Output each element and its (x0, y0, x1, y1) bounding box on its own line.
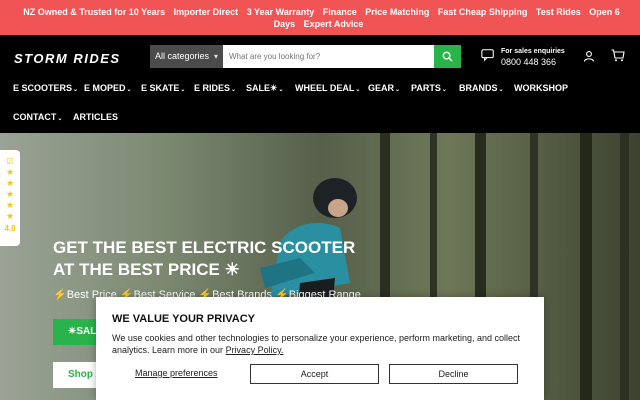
search-input[interactable] (223, 45, 434, 68)
reviews-rating-badge[interactable]: ☑ ★ ★ ★ ★ ★ 4.8 (0, 150, 20, 246)
chat-phone-icon (481, 49, 494, 62)
nav-item-workshop[interactable]: WORKSHOP (514, 83, 568, 93)
hero-headline-line: GET THE BEST ELECTRIC SCOOTER (53, 238, 356, 257)
rating-value: 4.8 (4, 224, 16, 233)
hero-image-tree (580, 133, 592, 400)
sales-enquiries[interactable]: For sales enquiries 0800 448 366 (481, 47, 565, 68)
promo-item[interactable]: Expert Advice (304, 19, 364, 29)
nav-item-articles[interactable]: ARTICLES (73, 112, 118, 122)
nav-item-label: PARTS (411, 83, 441, 93)
review-logo-icon: ☑ (6, 157, 14, 166)
nav-item-parts[interactable]: PARTS⌄ (411, 83, 447, 93)
promo-item[interactable]: Importer Direct (174, 7, 239, 17)
nav-item-e-moped[interactable]: E MOPED⌄ (84, 83, 132, 93)
main-nav: E SCOOTERS⌄ E MOPED⌄ E SKATE⌄ E RIDES⌄ S… (0, 77, 640, 133)
promo-item[interactable]: Test Rides (536, 7, 581, 17)
star-icon: ★ (5, 200, 15, 210)
manage-preferences-link[interactable]: Manage preferences (135, 368, 218, 378)
chevron-down-icon: ⌄ (180, 87, 186, 93)
star-icon: ★ (5, 167, 15, 177)
cookie-text: We use cookies and other technologies to… (112, 332, 528, 356)
nav-item-e-skate[interactable]: E SKATE⌄ (141, 83, 185, 93)
nav-item-label: GEAR (368, 83, 395, 93)
search-category-select[interactable]: All categories ▾ (150, 45, 223, 68)
nav-item-label: WORKSHOP (514, 83, 568, 93)
chevron-down-icon: ▾ (213, 52, 218, 61)
chevron-down-icon: ⌄ (395, 87, 401, 93)
chevron-down-icon: ⌄ (278, 87, 284, 93)
hero-image-tree (620, 133, 629, 400)
chevron-down-icon: ⌄ (441, 87, 447, 93)
nav-item-label: CONTACT (13, 112, 57, 122)
promo-item[interactable]: NZ Owned & Trusted for 10 Years (23, 7, 165, 17)
nav-item-e-scooters[interactable]: E SCOOTERS⌄ (13, 83, 78, 93)
sale-button[interactable]: ✴SALE (53, 319, 99, 345)
promo-item[interactable]: Price Matching (365, 7, 429, 17)
chevron-down-icon: ⌄ (57, 116, 63, 122)
nav-item-wheel-deal[interactable]: WHEEL DEAL⌄ (295, 83, 360, 93)
cookie-body: We use cookies and other technologies to… (112, 333, 521, 355)
promo-item[interactable]: 3 Year Warranty (247, 7, 315, 17)
search-category-label: All categories (155, 51, 210, 61)
hero-headline: GET THE BEST ELECTRIC SCOOTER AT THE BES… (53, 237, 355, 281)
nav-item-brands[interactable]: BRANDS⌄ (459, 83, 504, 93)
nav-item-label: E SKATE (141, 83, 180, 93)
cookie-actions: Manage preferences Accept Decline (112, 364, 528, 384)
promo-item[interactable]: Fast Cheap Shipping (438, 7, 528, 17)
privacy-policy-link[interactable]: Privacy Policy. (226, 345, 284, 355)
search-button[interactable] (434, 45, 461, 68)
site-header: STORM RIDES All categories ▾ For sales e… (0, 35, 640, 77)
cookie-title: WE VALUE YOUR PRIVACY (112, 313, 256, 325)
nav-item-sale[interactable]: SALE✴⌄ (246, 83, 284, 94)
star-icon: ★ (5, 189, 15, 199)
cookie-consent-dialog: WE VALUE YOUR PRIVACY We use cookies and… (96, 297, 544, 400)
hero-headline-line: AT THE BEST PRICE ☀ (53, 260, 240, 279)
nav-item-label: E RIDES (194, 83, 231, 93)
sales-phone[interactable]: 0800 448 366 (501, 56, 565, 68)
chevron-down-icon: ⌄ (231, 87, 237, 93)
nav-item-contact[interactable]: CONTACT⌄ (13, 112, 62, 122)
shop-all-button[interactable]: Shop All (53, 362, 99, 388)
chevron-down-icon: ⌄ (355, 87, 361, 93)
star-icon: ★ (5, 211, 15, 221)
nav-item-label: E SCOOTERS (13, 83, 73, 93)
search-icon (442, 51, 453, 62)
cart-icon[interactable] (611, 49, 625, 62)
nav-item-e-rides[interactable]: E RIDES⌄ (194, 83, 236, 93)
nav-item-gear[interactable]: GEAR⌄ (368, 83, 400, 93)
promo-bar: NZ Owned & Trusted for 10 Years Importer… (0, 0, 640, 35)
star-icon: ★ (5, 178, 15, 188)
promo-item[interactable]: Finance (323, 7, 357, 17)
nav-item-label: WHEEL DEAL (295, 83, 355, 93)
search-bar: All categories ▾ (150, 45, 461, 68)
nav-item-label: E MOPED (84, 83, 126, 93)
chevron-down-icon: ⌄ (126, 87, 132, 93)
user-icon[interactable] (583, 50, 595, 62)
site-logo[interactable]: STORM RIDES (14, 51, 121, 66)
nav-item-label: ARTICLES (73, 112, 118, 122)
chevron-down-icon: ⌄ (73, 87, 79, 93)
nav-item-label: BRANDS (459, 83, 498, 93)
accept-button[interactable]: Accept (250, 364, 379, 384)
decline-button[interactable]: Decline (389, 364, 518, 384)
sales-label: For sales enquiries (501, 48, 565, 55)
chevron-down-icon: ⌄ (498, 87, 504, 93)
nav-item-label: SALE✴ (246, 83, 278, 93)
